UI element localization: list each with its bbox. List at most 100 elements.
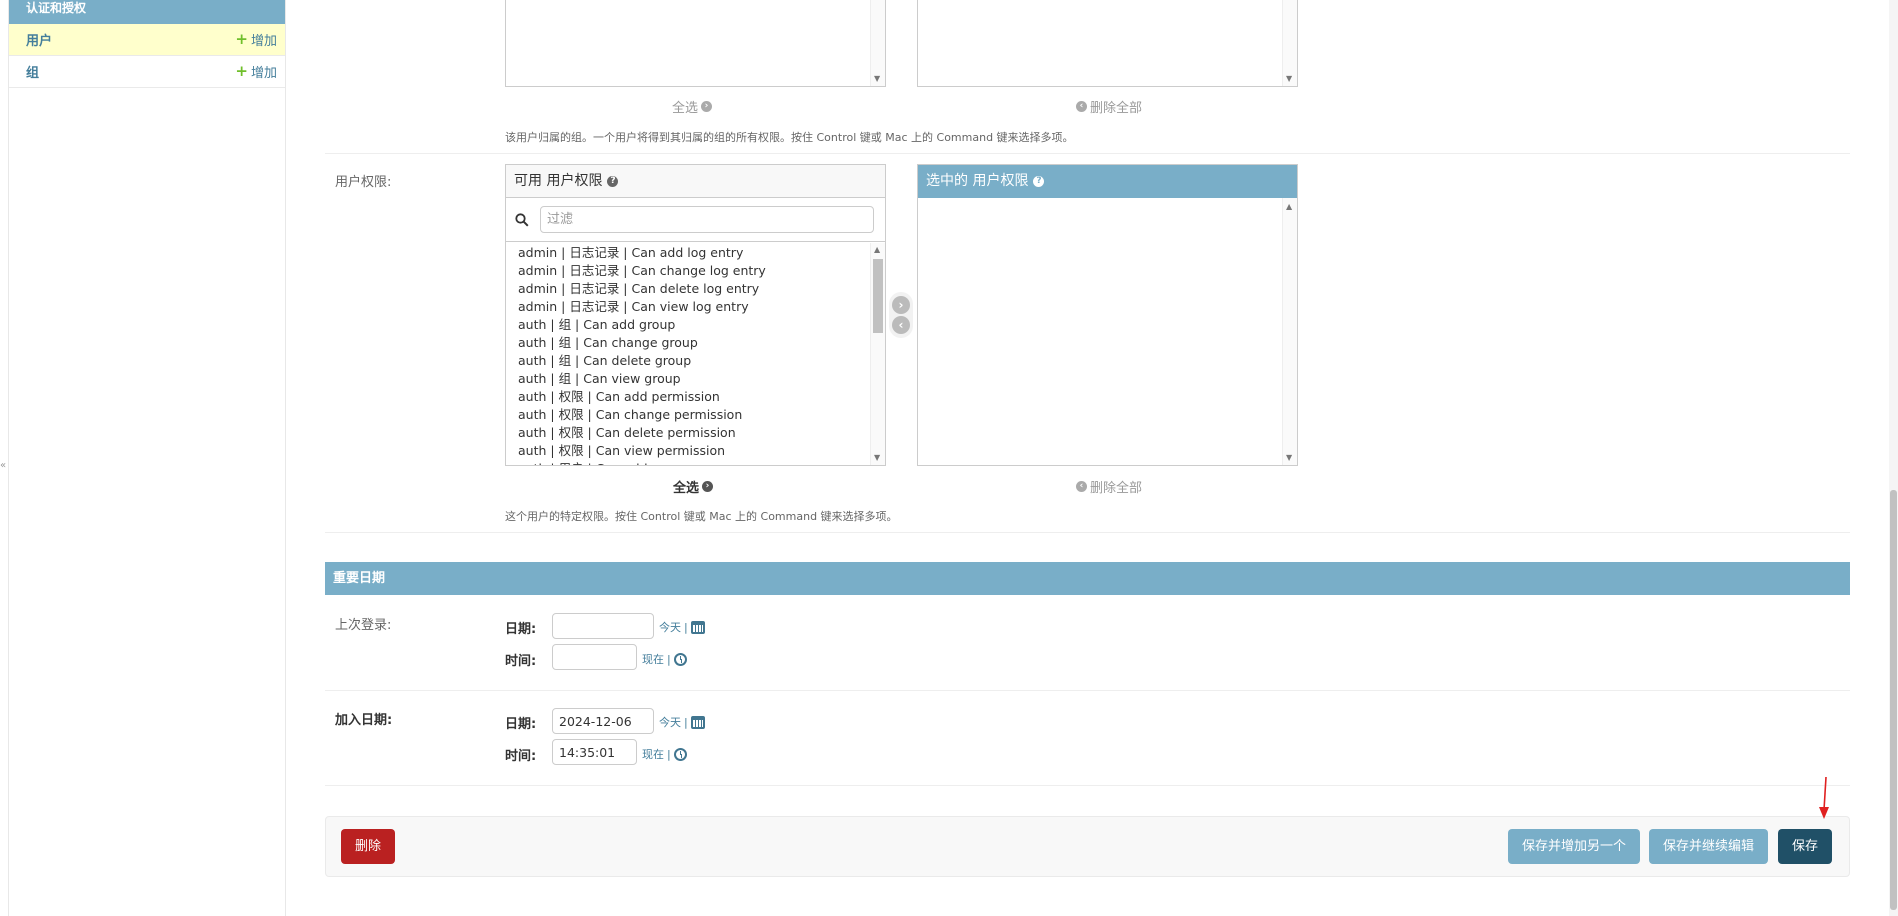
permission-option[interactable]: auth | 用户 | Can add user [506,460,870,465]
permissions-filter-input[interactable] [540,206,874,233]
arrow-left-icon: ‹ [1076,101,1087,112]
last-login-date-shortcuts: 今天 | [659,619,705,635]
arrow-right-icon: › [702,481,714,492]
today-link[interactable]: 今天 [659,714,681,730]
permissions-chosen-box: 选中的 用户权限 ? ▲ ▼ [917,164,1298,466]
sidebar-toggle-icon[interactable]: « [0,460,6,471]
date-joined-time-shortcuts: 现在 | [642,746,687,762]
groups-help-text: 该用户归属的组。一个用户将得到其归属的组的所有权限。按住 Control 键或 … [505,131,1074,144]
divider [325,153,1850,154]
date-joined-date-input[interactable] [552,708,654,734]
date-joined-date-label: 日期: [505,717,537,732]
available-title-label: 可用 用户权限 [514,172,603,189]
submit-row: 删除 保存并增加另一个 保存并继续编辑 保存 [325,816,1850,877]
date-joined-time-input[interactable] [552,739,637,765]
divider [325,532,1850,533]
scrollbar[interactable]: ▼ [870,0,885,86]
permissions-available-box: 可用 用户权限 ? admin | 日志记录 | Can add log ent… [505,164,886,466]
permissions-filter-row [506,198,885,242]
remove-selected-icon[interactable]: ‹ [892,316,910,334]
calendar-icon[interactable] [690,620,705,634]
permission-option[interactable]: auth | 组 | Can add group [506,316,870,334]
main-content: ▼ ▼ 全选 › ‹ 删除全部 该用户归属的组。一个用户将得到其归属的组的所有权… [325,0,1850,916]
module-caption[interactable]: 认证和授权 [9,0,285,24]
sidebar-toggle-strip[interactable]: « [0,0,9,916]
clock-icon[interactable] [673,652,687,666]
choose-all-label: 全选 [672,101,699,116]
remove-all-label: 删除全部 [1090,481,1143,496]
available-permissions-title: 可用 用户权限 ? [506,165,885,198]
permissions-label: 用户权限: [335,175,392,190]
permissions-choose-all-link[interactable]: 全选 › [673,477,714,496]
arrow-right-icon: › [701,101,713,112]
last-login-time-input[interactable] [552,644,637,670]
last-login-label: 上次登录: [335,618,392,633]
permission-option[interactable]: admin | 日志记录 | Can add log entry [506,244,870,262]
permissions-remove-all-link[interactable]: ‹ 删除全部 [1076,477,1142,496]
now-link[interactable]: 现在 [642,651,664,667]
sidebar-item-users: 用户 + 增加 [9,24,285,56]
sidebar-item-groups-link[interactable]: 组 [26,62,39,81]
available-permissions-list[interactable]: admin | 日志记录 | Can add log entry admin | … [506,243,870,465]
page-scrollbar-thumb[interactable] [1890,490,1897,910]
permission-option[interactable]: auth | 权限 | Can add permission [506,388,870,406]
permission-option[interactable]: auth | 组 | Can change group [506,334,870,352]
delete-button[interactable]: 删除 [341,829,396,864]
scrollbar[interactable]: ▲ ▼ [870,243,885,465]
date-joined-label: 加入日期: [335,713,393,728]
calendar-icon[interactable] [690,715,705,729]
save-button[interactable]: 保存 [1778,829,1833,864]
now-link[interactable]: 现在 [642,746,664,762]
search-icon [515,213,529,227]
groups-available-list[interactable]: ▼ [505,0,886,87]
chosen-title-label: 选中的 用户权限 [926,173,1029,189]
help-icon[interactable]: ? [1033,176,1045,187]
page-scrollbar[interactable] [1889,0,1898,916]
divider [325,690,1850,691]
save-add-another-button[interactable]: 保存并增加另一个 [1508,829,1641,864]
last-login-date-label: 日期: [505,622,537,637]
add-group-label: 增加 [250,66,277,81]
last-login-time-label: 时间: [505,654,537,669]
add-selected-icon[interactable]: › [892,296,910,314]
important-dates-caption: 重要日期 [325,562,1850,595]
date-joined-time-label: 时间: [505,749,537,764]
scrollbar-thumb[interactable] [873,259,883,333]
permission-option[interactable]: auth | 权限 | Can delete permission [506,424,870,442]
permission-option[interactable]: admin | 日志记录 | Can change log entry [506,262,870,280]
last-login-time-shortcuts: 现在 | [642,651,687,667]
groups-remove-all-link[interactable]: ‹ 删除全部 [1076,97,1142,116]
plus-icon: + [235,30,248,48]
permission-option[interactable]: auth | 组 | Can delete group [506,352,870,370]
help-icon[interactable]: ? [607,175,619,187]
permission-option[interactable]: auth | 权限 | Can view permission [506,442,870,460]
add-user-label: 增加 [250,34,277,49]
permission-option[interactable]: auth | 权限 | Can change permission [506,406,870,424]
remove-all-label: 删除全部 [1090,101,1143,116]
permission-option[interactable]: admin | 日志记录 | Can view log entry [506,298,870,316]
annotation-arrow-icon [1819,776,1829,819]
choose-all-label: 全选 [673,481,700,496]
last-login-date-input[interactable] [552,613,654,639]
nav-sidebar: « 认证和授权 用户 + 增加 组 + 增加 [0,0,286,916]
arrow-left-icon: ‹ [1076,481,1087,492]
chosen-permissions-list[interactable] [918,198,1282,465]
save-continue-button[interactable]: 保存并继续编辑 [1649,829,1769,864]
permissions-help-text: 这个用户的特定权限。按住 Control 键或 Mac 上的 Command 键… [505,510,898,523]
divider [325,785,1850,786]
chosen-permissions-title: 选中的 用户权限 ? [918,165,1297,198]
plus-icon: + [235,62,248,80]
date-joined-date-shortcuts: 今天 | [659,714,705,730]
sidebar-item-users-link[interactable]: 用户 [26,30,52,49]
scrollbar[interactable]: ▼ [1282,0,1297,86]
groups-chosen-list[interactable]: ▼ [917,0,1298,87]
add-user-link[interactable]: + 增加 [235,30,277,50]
permission-option[interactable]: admin | 日志记录 | Can delete log entry [506,280,870,298]
move-buttons: › ‹ [889,292,913,338]
add-group-link[interactable]: + 增加 [235,62,277,82]
groups-choose-all-link[interactable]: 全选 › [672,97,713,116]
clock-icon[interactable] [673,747,687,761]
scrollbar[interactable]: ▲ ▼ [1282,198,1297,465]
permission-option[interactable]: auth | 组 | Can view group [506,370,870,388]
today-link[interactable]: 今天 [659,619,681,635]
